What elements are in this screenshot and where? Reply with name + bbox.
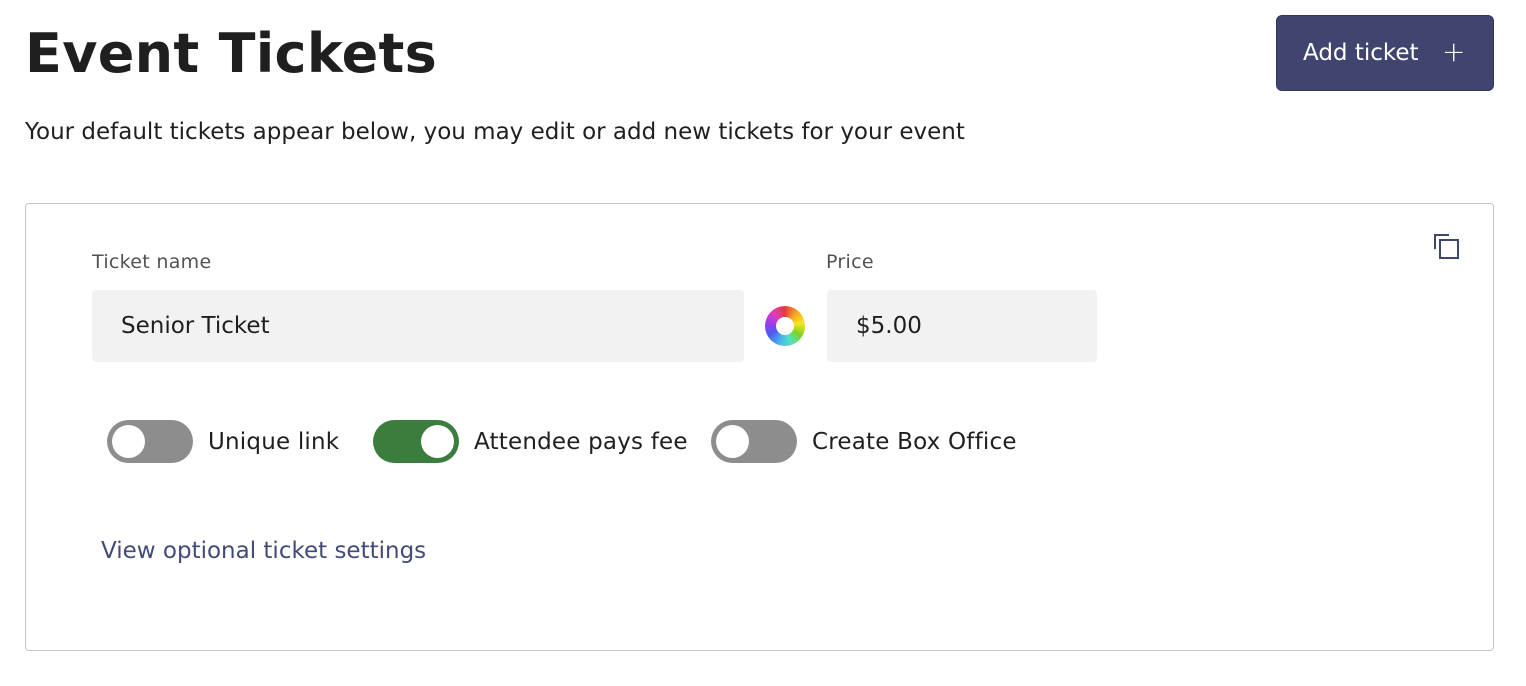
attendee-pays-fee-toggle[interactable] [373, 420, 459, 463]
duplicate-icon[interactable] [1431, 231, 1461, 261]
ticket-name-label: Ticket name [92, 251, 212, 273]
price-input[interactable] [827, 290, 1097, 362]
page-title: Event Tickets [25, 22, 438, 85]
ticket-name-input[interactable] [92, 290, 744, 362]
create-box-office-toggle-group[interactable]: Create Box Office [711, 420, 1017, 463]
toggle-knob [421, 425, 454, 458]
toggle-knob [112, 425, 145, 458]
unique-link-toggle-group[interactable]: Unique link [107, 420, 339, 463]
unique-link-label: Unique link [208, 428, 340, 455]
add-ticket-button[interactable]: Add ticket + [1276, 15, 1494, 91]
add-ticket-label: Add ticket [1303, 40, 1419, 66]
attendee-pays-fee-label: Attendee pays fee [474, 428, 688, 455]
plus-icon: + [1442, 35, 1466, 68]
ticket-card: Ticket name Price Unique link Attendee p… [25, 203, 1494, 651]
view-optional-settings-link[interactable]: View optional ticket settings [101, 536, 426, 566]
attendee-pays-fee-toggle-group[interactable]: Attendee pays fee [373, 420, 688, 463]
page-subtitle: Your default tickets appear below, you m… [25, 119, 965, 145]
toggle-knob [716, 425, 749, 458]
event-tickets-page: Event Tickets Your default tickets appea… [0, 0, 1526, 686]
color-wheel-icon[interactable] [765, 306, 805, 346]
create-box-office-toggle[interactable] [711, 420, 797, 463]
unique-link-toggle[interactable] [107, 420, 193, 463]
price-label: Price [826, 251, 874, 273]
create-box-office-label: Create Box Office [812, 428, 1017, 455]
